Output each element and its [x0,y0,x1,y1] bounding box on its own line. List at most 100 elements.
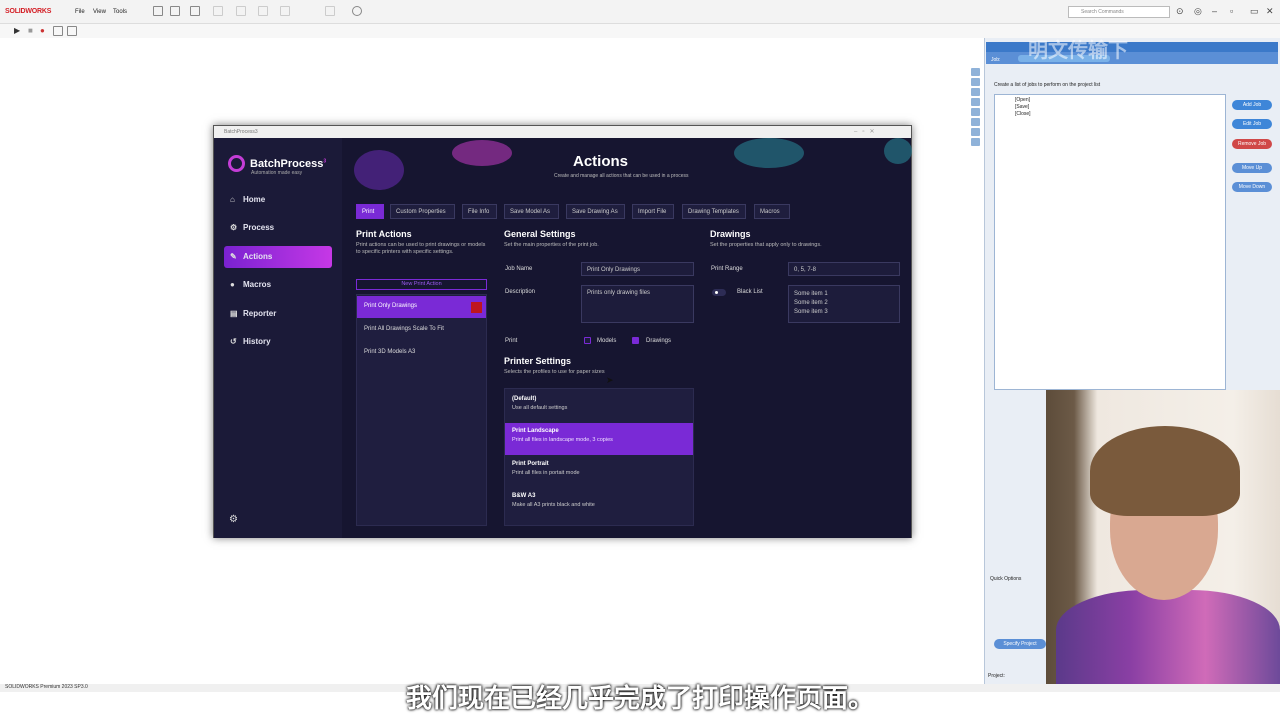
nav-actions[interactable]: ✎ Actions [224,246,332,268]
job-item[interactable]: [Open] [1015,97,1030,103]
list-item[interactable]: Print All Drawings Scale To Fit [357,319,486,341]
black-list-item: Some item 1 [794,291,828,297]
window-controls[interactable]: – ▫ ✕ [854,128,875,135]
home-icon[interactable] [153,6,163,16]
delete-action-button[interactable] [471,302,482,313]
list-item[interactable]: Print 3D Models A3 [357,342,486,364]
black-list-toggle[interactable] [712,289,726,296]
project-label: Project: [988,673,1005,679]
nav-home[interactable]: ⌂ Home [224,189,332,211]
profile-item[interactable]: Print Landscape Print all files in landsc… [505,423,693,455]
record-icon[interactable]: ● [40,26,45,35]
drawings-label: Drawings [646,338,672,344]
list-item[interactable]: Print Only Drawings [357,296,486,318]
restore-icon[interactable]: ▭ [1250,6,1259,17]
new-print-action-button[interactable]: New Print Action [356,279,487,290]
webcam-overlay [1046,390,1280,684]
nav-reporter[interactable]: ▤ Reporter [224,303,332,325]
custom-properties-icon[interactable] [971,118,980,126]
printer-settings-title: Printer Settings [504,356,572,366]
nav-history[interactable]: ↺ History [224,331,332,353]
decor-shape [452,140,512,166]
general-settings-title: General Settings [504,229,576,239]
menu-view[interactable]: View [93,9,106,15]
stop-icon[interactable]: ■ [28,26,33,35]
tab-save-drawing-as[interactable]: Save Drawing As [566,204,625,219]
options-icon[interactable] [352,6,362,16]
move-up-button[interactable]: Move Up [1232,163,1272,173]
print-range-input[interactable]: 0, 5, 7-8 [788,262,900,276]
search-commands-input[interactable]: Search Commands [1068,6,1170,18]
job-item[interactable]: [Close] [1015,111,1031,117]
solidworks-toolbar: SOLIDWORKS File View Tools Search Comman… [0,0,1280,24]
redo-icon[interactable] [280,6,290,16]
job-hint: Create a list of jobs to perform on the … [994,82,1101,88]
presenter-hoodie [1056,590,1280,684]
decor-shape [884,138,912,164]
wrench-icon: ✎ [230,252,237,261]
page-title: Actions [573,153,629,170]
user-icon[interactable]: ◎ [1194,6,1202,17]
tab-drawing-templates[interactable]: Drawing Templates [682,204,746,219]
play-icon[interactable]: ▶ [14,26,20,35]
solidworks-logo: SOLIDWORKS [5,8,52,15]
select-icon[interactable] [325,6,335,16]
profile-item[interactable]: (Default) Use all default settings [505,391,693,423]
view-palette-icon[interactable] [971,98,980,106]
watermark: 明文传输下 [1028,38,1128,62]
drawings-title: Drawings [710,229,751,239]
tab-import-file[interactable]: Import File [632,204,674,219]
new-document-icon[interactable] [170,6,180,16]
black-list-input[interactable]: Some item 1 Some item 2 Some item 3 [788,285,900,323]
job-label: Job: [991,57,1001,63]
decor-shape [734,138,804,168]
print-icon[interactable] [236,6,246,16]
models-checkbox[interactable] [584,337,591,344]
maximize-icon[interactable]: ▫ [1230,6,1233,16]
description-input[interactable]: Prints only drawing files [581,285,694,323]
library-icon[interactable] [971,78,980,86]
tab-save-model-as[interactable]: Save Model As [504,204,559,219]
menu-file[interactable]: File [75,9,85,15]
macro-edit-icon[interactable] [53,26,63,36]
open-icon[interactable] [190,6,200,16]
resources-icon[interactable] [971,68,980,76]
nav-label: Macros [243,280,272,289]
profile-item[interactable]: B&W A3 Make all A3 prints black and white [505,488,693,520]
tab-file-info[interactable]: File Info [462,204,497,219]
save-icon[interactable] [213,6,223,16]
drawings-checkbox[interactable] [632,337,639,344]
edit-job-button[interactable]: Edit Job [1232,119,1272,129]
batchprocess-window: BatchProcess3 – ▫ ✕ BatchProcess3 Automa… [213,125,912,538]
list-item-label: Print Only Drawings [364,303,418,309]
job-list[interactable]: [Open] [Save] [Close] [994,94,1226,390]
nav-label: Actions [243,252,273,261]
pane-extra-icon[interactable] [971,138,980,146]
job-item[interactable]: [Save] [1015,104,1029,110]
menu-tools[interactable]: Tools [113,9,127,15]
nav-macros[interactable]: ● Macros [224,274,332,296]
home-icon: ⌂ [230,195,235,204]
add-job-button[interactable]: Add Job [1232,100,1272,110]
move-down-button[interactable]: Move Down [1232,182,1272,192]
minimize-icon[interactable]: – [1212,6,1217,16]
appearance-icon[interactable] [971,108,980,116]
tab-print[interactable]: Print [356,204,384,219]
nav-process[interactable]: ⚙ Process [224,217,332,239]
macro-new-icon[interactable] [67,26,77,36]
settings-icon[interactable]: ⚙ [229,514,238,525]
tab-custom-properties[interactable]: Custom Properties [390,204,455,219]
profile-desc: Print all files in portait mode [512,470,580,476]
tab-macros[interactable]: Macros [754,204,790,219]
explorer-icon[interactable] [971,88,980,96]
undo-icon[interactable] [258,6,268,16]
list-item-label: Print 3D Models A3 [364,349,416,355]
help-icon[interactable]: ⊙ [1176,6,1184,17]
close-icon[interactable]: ✕ [1266,6,1274,17]
profile-item[interactable]: Print Portrait Print all files in portait… [505,456,693,488]
batchprocess-icon[interactable] [971,128,980,136]
specify-project-button[interactable]: Specify Project [994,639,1046,649]
remove-job-button[interactable]: Remove Job [1232,139,1272,149]
profile-title: (Default) [512,396,537,402]
job-name-input[interactable]: Print Only Drawings [581,262,694,276]
